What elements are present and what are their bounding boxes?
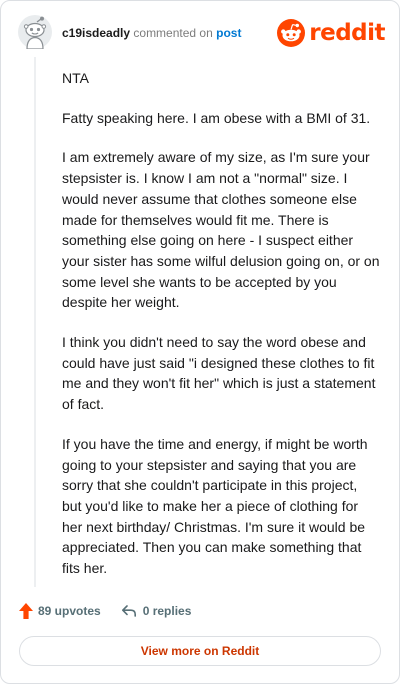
comment-actions: 89 upvotes 0 replies — [18, 600, 191, 622]
reddit-comment-embed: c19isdeadly commented on post reddit NTA… — [0, 0, 400, 684]
comment-meta: c19isdeadly commented on post — [62, 26, 241, 40]
view-more-button[interactable]: View more on Reddit — [19, 636, 381, 666]
post-link[interactable]: post — [216, 26, 241, 40]
reply-count: 0 replies — [142, 604, 192, 618]
comment-paragraph: Fatty speaking here. I am obese with a B… — [62, 109, 371, 126]
upvote-count: 89 upvotes — [38, 604, 101, 618]
comment-paragraph: If you have the time and energy, if migh… — [62, 435, 368, 577]
comment-paragraph: NTA — [62, 70, 89, 86]
reddit-logo[interactable]: reddit — [277, 19, 385, 47]
thread-line[interactable] — [34, 57, 36, 587]
reply-arrow-icon — [121, 605, 136, 617]
comment-paragraph: I think you didn't need to say the word … — [62, 334, 376, 413]
upvote-arrow-icon — [19, 603, 33, 619]
comment-body: NTA Fatty speaking here. I am obese with… — [62, 68, 380, 598]
comment-paragraph: I am extremely aware of my size, as I'm … — [62, 149, 380, 311]
user-avatar[interactable] — [18, 15, 52, 50]
upvote-button[interactable]: 89 upvotes — [18, 602, 101, 620]
comment-verb: commented on — [133, 26, 213, 40]
reddit-snoo-icon — [277, 19, 306, 47]
snoo-avatar-icon — [18, 15, 52, 50]
reddit-wordmark: reddit — [309, 20, 385, 46]
username[interactable]: c19isdeadly — [62, 26, 130, 40]
reply-button[interactable]: 0 replies — [121, 604, 192, 618]
comment-header: c19isdeadly commented on post reddit — [18, 15, 385, 51]
